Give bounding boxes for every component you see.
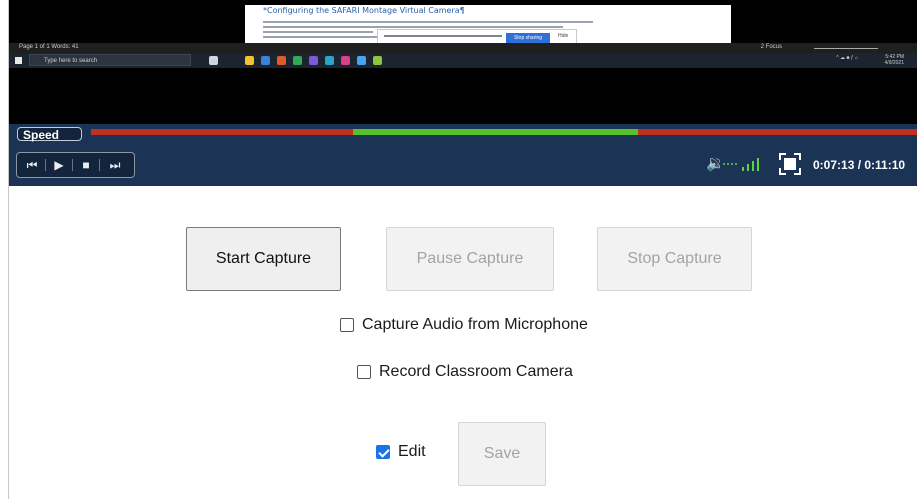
capture-panel: *Configuring the SAFARI Montage Virtual … — [8, 0, 917, 499]
shared-screen-text-line — [263, 31, 373, 33]
edit-option[interactable]: Edit — [376, 443, 426, 461]
shared-screen-text-line — [263, 36, 383, 38]
sharing-bar-hide: Hide — [558, 33, 569, 39]
volume-level-bars[interactable] — [742, 157, 766, 171]
taskbar-app-icon — [209, 56, 218, 65]
next-icon[interactable]: ⏭ — [106, 157, 124, 173]
shared-screen-title: *Configuring the SAFARI Montage Virtual … — [263, 6, 465, 15]
statusbar-zoom-slider — [814, 48, 878, 49]
previous-icon[interactable]: ⏮ — [23, 157, 41, 173]
taskbar-search-box: Type here to search — [29, 54, 191, 66]
taskbar-app-icon — [325, 56, 334, 65]
playback-time: 0:07:13 / 0:11:10 — [813, 158, 906, 172]
shared-screen-text-line — [263, 26, 563, 28]
edit-checkbox[interactable] — [376, 445, 390, 459]
taskbar-app-icon — [277, 56, 286, 65]
sharing-bar-text — [384, 35, 502, 37]
statusbar-left-text: Page 1 of 1 Words: 41 — [19, 44, 79, 50]
speed-label: Speed — [17, 127, 82, 142]
taskbar-clock: 5:42 PM 4/9/2021 — [884, 54, 904, 66]
volume-dots — [723, 163, 737, 165]
capture-audio-checkbox[interactable] — [340, 318, 354, 332]
taskbar-tray: ^ ☁ ■ ƒ ⌂ — [836, 55, 858, 61]
taskbar-app-icon — [261, 56, 270, 65]
stop-capture-button[interactable]: Stop Capture — [597, 227, 752, 291]
stop-icon[interactable]: ■ — [77, 157, 95, 173]
transport-divider — [72, 159, 73, 171]
taskbar-app-icon — [309, 56, 318, 65]
record-camera-option[interactable]: Record Classroom Camera — [357, 363, 573, 381]
speed-slider-range[interactable] — [353, 129, 638, 135]
transport-divider — [99, 159, 100, 171]
taskbar-app-icon — [357, 56, 366, 65]
shared-screen-text-line — [263, 21, 593, 23]
save-button[interactable]: Save — [458, 422, 546, 486]
speed-row: Speed — [9, 124, 917, 144]
taskbar-app-icon — [341, 56, 350, 65]
transport-divider — [45, 159, 46, 171]
record-camera-checkbox[interactable] — [357, 365, 371, 379]
start-capture-button[interactable]: Start Capture — [186, 227, 341, 291]
player-controls: ⏮ ▶ ■ ⏭ 🔉 0:07:13 / 0:11:10 — [9, 144, 917, 186]
edit-label: Edit — [398, 443, 426, 460]
play-icon[interactable]: ▶ — [50, 157, 68, 173]
shared-screen-statusbar: Page 1 of 1 Words: 41 2 Focus — [9, 43, 917, 53]
speed-slider[interactable] — [91, 129, 917, 135]
taskbar-app-icon — [293, 56, 302, 65]
windows-start-icon — [15, 57, 22, 64]
shared-screen-taskbar: Type here to search ^ ☁ ■ ƒ ⌂ 5:42 PM 4/… — [9, 53, 917, 68]
statusbar-right-text: 2 Focus — [760, 44, 782, 50]
capture-audio-option[interactable]: Capture Audio from Microphone — [340, 316, 588, 334]
record-camera-label: Record Classroom Camera — [379, 363, 573, 380]
capture-audio-label: Capture Audio from Microphone — [362, 316, 588, 333]
pause-capture-button[interactable]: Pause Capture — [386, 227, 554, 291]
transport-controls: ⏮ ▶ ■ ⏭ — [16, 152, 135, 178]
taskbar-app-icon — [373, 56, 382, 65]
taskbar-app-icon — [245, 56, 254, 65]
fullscreen-icon[interactable] — [779, 153, 801, 175]
video-screen[interactable]: *Configuring the SAFARI Montage Virtual … — [9, 0, 917, 124]
